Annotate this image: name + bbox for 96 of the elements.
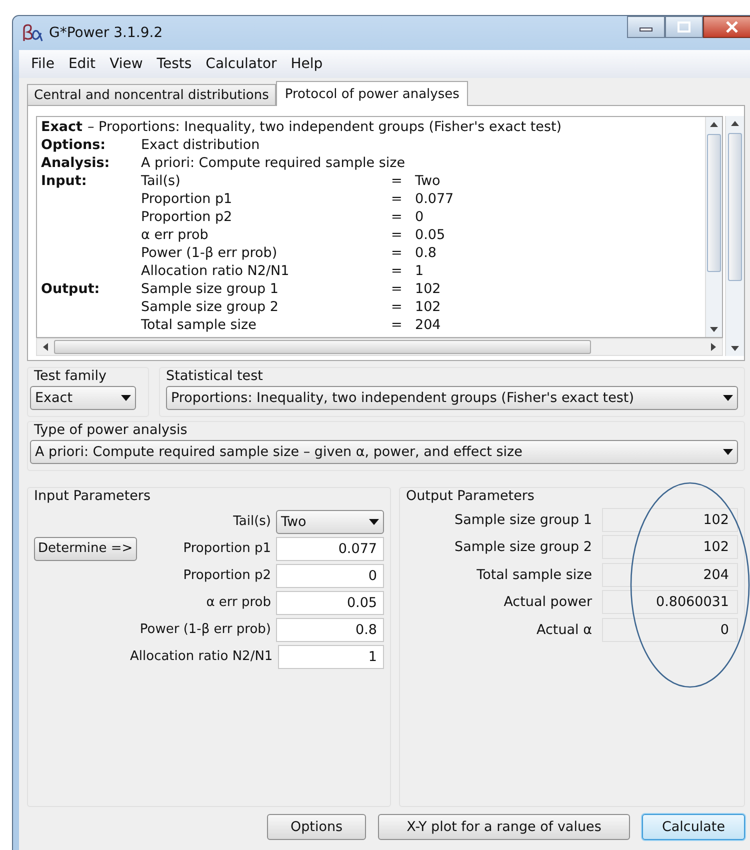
parameter-label: Power (1-β err prob): [138, 622, 272, 637]
menu-item[interactable]: Calculator: [200, 56, 285, 72]
caret-icon: [723, 449, 733, 455]
up-arrow-icon: [710, 122, 718, 127]
down-arrow-icon: [731, 346, 739, 351]
horizontal-scrollbar[interactable]: [36, 338, 723, 356]
protocol-name: α err prob: [141, 226, 210, 244]
equals-sign: =: [391, 226, 404, 244]
parameter-label: Actual power: [502, 594, 593, 610]
output-field: 0.8060031: [602, 590, 738, 614]
group-legend: Input Parameters: [32, 488, 153, 504]
section-label: Input:: [41, 173, 87, 189]
right-arrow-icon: [711, 343, 716, 352]
tails-dropdown[interactable]: Two: [276, 510, 384, 534]
protocol-name: Exact distribution: [141, 136, 260, 154]
close-icon: [725, 21, 739, 33]
tab[interactable]: Protocol of power analyses: [276, 81, 468, 106]
section-label: Options:: [41, 137, 106, 153]
group-legend: Type of power analysis: [32, 422, 190, 438]
parameter-label: Proportion p1: [182, 541, 272, 556]
test-family-label: Exact: [41, 118, 82, 136]
input-field[interactable]: 1: [278, 644, 384, 668]
section-label: Analysis:: [41, 155, 110, 171]
close-button[interactable]: [703, 16, 750, 38]
protocol-value: 102: [415, 280, 441, 298]
protocol-value: 1: [415, 262, 424, 280]
output-field: 102: [602, 508, 738, 532]
input-field[interactable]: 0.05: [276, 590, 384, 614]
determine-button[interactable]: Determine =>: [34, 536, 137, 560]
input-field[interactable]: 0: [276, 564, 384, 588]
equals-sign: =: [391, 316, 404, 334]
parameter-label: Total sample size: [476, 566, 593, 583]
equals-sign: =: [391, 190, 404, 208]
equals-sign: =: [391, 280, 404, 298]
parameter-label: α err prob: [205, 595, 272, 610]
caret-icon: [369, 518, 379, 524]
parameter-label: Actual α: [536, 622, 593, 638]
protocol-name: Proportion p2: [141, 208, 234, 226]
protocol-name: Total sample size: [141, 316, 258, 334]
parameter-label: Proportion p2: [182, 568, 272, 583]
protocol-value: 0: [415, 208, 424, 226]
menu-item[interactable]: File: [25, 56, 62, 72]
protocol-value: Two: [415, 172, 440, 190]
equals-sign: =: [391, 262, 404, 280]
output-field: 0: [602, 618, 738, 642]
power-analysis-dropdown[interactable]: A priori: Compute required sample size – given α, power, and effect size: [30, 440, 738, 464]
menu-item[interactable]: Help: [284, 56, 331, 72]
protocol-name: A priori: Compute required sample size: [141, 154, 406, 172]
protocol-value: 102: [415, 298, 441, 316]
protocol-name: Sample size group 1: [141, 280, 280, 298]
protocol-value: 0.8: [415, 244, 436, 262]
output-field: 204: [602, 562, 738, 587]
maximize-icon: [677, 21, 691, 33]
menu-item[interactable]: View: [104, 56, 151, 72]
vertical-scrollbar[interactable]: [725, 116, 744, 356]
caret-icon: [723, 395, 733, 401]
app-icon: [21, 24, 43, 42]
action-button[interactable]: X-Y plot for a range of values: [378, 814, 630, 840]
caret-icon: [121, 395, 131, 401]
statistical-test-dropdown[interactable]: Proportions: Inequality, two independent groups (Fisher's exact test): [166, 386, 738, 410]
left-arrow-icon: [43, 343, 48, 352]
action-button[interactable]: Calculate: [642, 814, 745, 840]
input-field[interactable]: 0.077: [276, 536, 384, 560]
window-title: G*Power 3.1.9.2: [49, 25, 163, 41]
input-field[interactable]: 0.8: [276, 618, 384, 642]
parameter-label: Allocation ratio N2/N1: [130, 649, 274, 664]
maximize-button[interactable]: [665, 16, 703, 38]
menu-item[interactable]: Edit: [62, 56, 104, 72]
equals-sign: =: [391, 208, 404, 226]
equals-sign: =: [391, 298, 404, 316]
test-family-dropdown[interactable]: Exact: [30, 386, 136, 410]
down-arrow-icon: [710, 327, 718, 332]
menu-item[interactable]: Tests: [150, 56, 200, 72]
protocol-value: 0.05: [415, 226, 446, 244]
minimize-button[interactable]: [627, 16, 665, 38]
section-label: Output:: [41, 281, 100, 297]
protocol-name: Proportion p1: [141, 190, 234, 208]
parameter-label: Sample size group 1: [454, 512, 593, 528]
equals-sign: =: [391, 172, 404, 190]
up-arrow-icon: [731, 121, 739, 126]
action-button[interactable]: Options: [267, 814, 366, 840]
protocol-name: Tail(s): [141, 172, 182, 190]
protocol-value: 204: [415, 316, 441, 334]
group-legend: Output Parameters: [404, 488, 536, 504]
protocol-name: Allocation ratio N2/N1: [141, 262, 290, 280]
group-legend: Test family: [32, 368, 109, 384]
equals-sign: =: [391, 244, 404, 262]
parameter-label: Tail(s): [232, 514, 272, 529]
tab[interactable]: Central and noncentral distributions: [27, 84, 276, 105]
output-field: 102: [602, 535, 738, 560]
protocol-value: 0.077: [415, 190, 454, 208]
parameter-label: Sample size group 2: [454, 539, 593, 556]
protocol-name: Power (1-β err prob): [141, 244, 278, 262]
test-title: – Proportions: Inequality, two independent groups (Fisher's exact test): [88, 118, 562, 136]
vertical-scrollbar[interactable]: [705, 117, 722, 338]
protocol-name: Sample size group 2: [141, 298, 280, 316]
